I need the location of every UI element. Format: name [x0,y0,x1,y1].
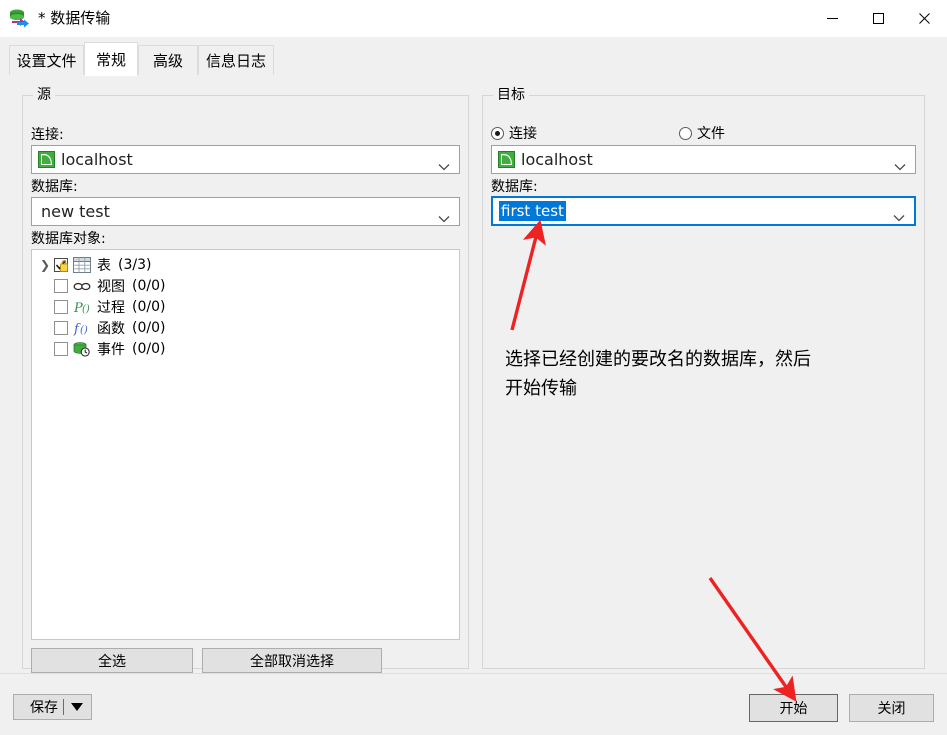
deselect-all-button[interactable]: 全部取消选择 [202,648,382,673]
source-connection-value: localhost [61,150,133,169]
radio-icon[interactable] [679,126,692,140]
source-connection-label: 连接: [31,127,64,143]
connection-icon [498,151,515,168]
tab-message-log[interactable]: 信息日志 [198,45,274,75]
source-objects-label: 数据库对象: [31,231,106,247]
tree-row[interactable]: ❯ 表 (3/3) [32,254,459,275]
target-connection-radio[interactable]: 连接 [491,123,537,143]
checkbox-unchecked[interactable] [54,299,68,314]
start-button[interactable]: 开始 [749,694,838,722]
tab-strip: 设置文件 常规 高级 信息日志 [0,37,947,76]
maximize-button[interactable] [855,0,901,37]
window-title: * 数据传输 [38,9,111,27]
tab-label: 高级 [152,52,183,70]
deselect-all-label: 全部取消选择 [250,653,334,670]
function-icon: f () [73,320,91,337]
tab-label: 信息日志 [205,52,266,70]
source-database-value: new test [41,202,110,221]
table-icon [73,256,91,273]
app-window: * 数据传输 设置文件 常规 高级 信息日志 源 连接: localhost 数… [0,0,947,735]
target-file-radio-label: 文件 [697,126,725,142]
target-connection-value: localhost [521,150,593,169]
source-database-combo[interactable]: new test [31,197,460,226]
target-connection-combo[interactable]: localhost [491,145,916,174]
target-file-radio[interactable]: 文件 [679,123,725,143]
tab-settings-file[interactable]: 设置文件 [9,45,84,75]
target-connection-radio-label: 连接 [509,126,537,142]
caret-down-icon[interactable] [71,703,83,711]
svg-text:(): () [82,304,90,315]
content-area: 源 连接: localhost 数据库: new test 数据库对象: ❯ 表… [0,76,947,673]
save-button[interactable]: 保存 [13,694,92,720]
tree-row[interactable]: 视图 (0/0) [32,275,459,296]
select-all-label: 全选 [98,653,126,670]
close-button[interactable] [901,0,947,37]
target-groupbox: 目标 连接 文件 localhost 数据库: first test 选择已经创… [482,87,925,669]
close-dialog-button[interactable]: 关闭 [849,694,934,722]
checkbox-checked-locked[interactable] [54,257,68,272]
tree-item-label: 视图 [97,278,125,295]
chevron-down-icon [438,156,450,170]
tab-advanced[interactable]: 高级 [138,45,198,75]
tree-item-count: (0/0) [132,340,166,357]
minimize-button[interactable] [809,0,855,37]
target-legend: 目标 [493,87,529,103]
chevron-down-icon [893,207,905,222]
window-controls [809,0,947,37]
database-objects-tree[interactable]: ❯ 表 (3/3) 视图 (0/0) P () 过程 (0/0) f () 函数… [31,249,460,640]
source-legend: 源 [33,87,55,103]
footer-bar: 保存 开始 关闭 [0,674,947,735]
tree-item-label: 过程 [97,299,125,316]
app-icon [8,8,30,29]
select-all-button[interactable]: 全选 [31,648,193,673]
checkbox-unchecked[interactable] [54,320,68,335]
source-groupbox: 源 连接: localhost 数据库: new test 数据库对象: ❯ 表… [22,87,469,673]
tab-general[interactable]: 常规 [84,42,138,76]
chevron-down-icon [894,156,906,170]
tree-row[interactable]: 事件 (0/0) [32,338,459,359]
expand-chevron-icon[interactable]: ❯ [36,258,54,272]
tree-item-count: (0/0) [132,298,166,315]
tab-label: 设置文件 [16,52,77,70]
tree-row[interactable]: f () 函数 (0/0) [32,317,459,338]
checkbox-unchecked[interactable] [54,278,68,293]
tree-item-label: 表 [97,257,111,274]
source-connection-combo[interactable]: localhost [31,145,460,174]
checkbox-unchecked[interactable] [54,341,68,356]
close-label: 关闭 [877,701,906,717]
chevron-down-icon [438,208,450,222]
source-database-label: 数据库: [31,179,78,195]
save-label: 保存 [30,700,58,716]
connection-icon [38,151,55,168]
tab-label: 常规 [95,50,126,69]
target-database-label: 数据库: [491,179,538,195]
radio-icon[interactable] [491,126,504,140]
target-database-combo[interactable]: first test [491,196,916,226]
title-bar: * 数据传输 [0,0,947,37]
procedure-icon: P () [73,299,91,316]
event-icon [73,341,91,357]
tree-item-label: 函数 [97,320,125,337]
tree-item-label: 事件 [97,341,125,358]
annotation-text: 选择已经创建的要改名的数据库，然后 开始传输 [505,349,811,399]
tree-row[interactable]: P () 过程 (0/0) [32,296,459,317]
view-icon [73,278,91,294]
tree-item-count: (0/0) [132,277,166,294]
split-divider [63,699,64,715]
start-label: 开始 [779,701,808,717]
svg-text:(): () [80,325,88,336]
tree-item-count: (0/0) [132,319,166,336]
tree-item-count: (3/3) [118,256,152,273]
target-database-value: first test [499,201,566,221]
